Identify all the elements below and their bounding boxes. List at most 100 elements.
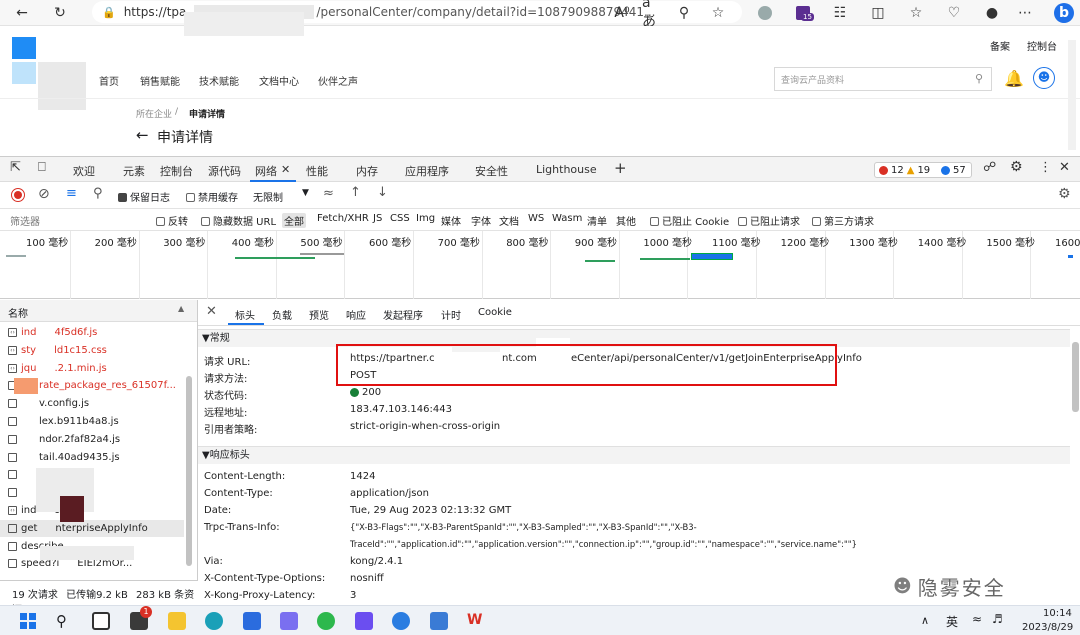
wechat-icon[interactable] bbox=[317, 612, 335, 630]
refresh-icon[interactable]: ↻ bbox=[50, 3, 70, 23]
breadcrumb-parent[interactable]: 所在企业 bbox=[136, 107, 172, 120]
device-icon[interactable]: ⎕ bbox=[38, 160, 46, 175]
chevron-down-icon[interactable]: ▼ bbox=[302, 188, 309, 198]
nav-tech[interactable]: 技术赋能 bbox=[199, 73, 239, 88]
app-icon[interactable] bbox=[280, 612, 298, 630]
clock-date[interactable]: 2023/8/29 bbox=[1022, 622, 1073, 633]
extension-icon[interactable] bbox=[755, 3, 775, 23]
type-filter-font[interactable]: 字体 bbox=[471, 213, 491, 228]
tab-response[interactable]: 响应 bbox=[346, 307, 366, 322]
nav-docs[interactable]: 文档中心 bbox=[259, 73, 299, 88]
settings-gear-icon[interactable]: ⚙ bbox=[1010, 159, 1023, 175]
connect-icon[interactable]: ☍ bbox=[983, 160, 996, 175]
zoom-icon[interactable]: ⚲ bbox=[674, 3, 694, 23]
clear-icon[interactable]: ⊘ bbox=[38, 186, 50, 202]
back-arrow-icon[interactable]: ← bbox=[136, 126, 149, 144]
network-timeline[interactable]: 100 毫秒 200 毫秒 300 毫秒 400 毫秒 500 毫秒 600 毫秒 700 … bbox=[0, 231, 1080, 299]
third-party-checkbox[interactable]: 第三方请求 bbox=[812, 213, 874, 228]
detail-scrollbar[interactable] bbox=[1072, 342, 1079, 412]
tab-headers[interactable]: 标头 bbox=[235, 307, 255, 322]
tab-sources[interactable]: 源代码 bbox=[208, 163, 241, 179]
request-row[interactable]: ndor.2faf82a4.js bbox=[8, 431, 184, 448]
clock-time[interactable]: 10:14 bbox=[1043, 608, 1072, 619]
more-icon[interactable]: ⋯ bbox=[1015, 3, 1035, 23]
request-row[interactable]: d.js bbox=[8, 484, 184, 501]
favorite-icon[interactable]: ☆ bbox=[708, 3, 728, 23]
app-icon[interactable] bbox=[355, 612, 373, 630]
request-row[interactable]: get nterpriseApplyInfo bbox=[0, 519, 184, 537]
type-filter-other[interactable]: 其他 bbox=[616, 213, 636, 228]
type-filter-all[interactable]: 全部 bbox=[282, 213, 306, 228]
type-filter-media[interactable]: 媒体 bbox=[441, 213, 461, 228]
request-row[interactable]: v.config.js bbox=[8, 395, 184, 412]
nav-sales[interactable]: 销售赋能 bbox=[140, 73, 180, 88]
tab-payload[interactable]: 负载 bbox=[272, 307, 292, 322]
response-headers-section-header[interactable]: ▼响应标头 bbox=[198, 446, 1070, 464]
disable-cache-checkbox[interactable]: 禁用缓存 bbox=[186, 189, 238, 204]
more-options-icon[interactable]: ⋮ bbox=[1039, 160, 1052, 175]
request-row[interactable]: ‹› jqu .2.1.min.js bbox=[8, 360, 184, 377]
puzzle-icon[interactable]: ☷ bbox=[830, 3, 850, 23]
profile-icon[interactable]: ● bbox=[982, 3, 1002, 23]
info-counter[interactable]: 57 bbox=[941, 162, 973, 178]
inspect-icon[interactable]: ⇱ bbox=[10, 160, 21, 175]
blocked-requests-checkbox[interactable]: 已阻止请求 bbox=[738, 213, 800, 228]
page-scrollbar[interactable] bbox=[1068, 40, 1076, 150]
collections-icon[interactable]: 15 bbox=[793, 3, 814, 23]
tab-lighthouse[interactable]: Lighthouse bbox=[536, 163, 597, 176]
bing-icon[interactable]: b bbox=[1054, 3, 1074, 23]
tab-security[interactable]: 安全性 bbox=[475, 163, 508, 179]
wifi-icon[interactable]: ≈ bbox=[323, 186, 334, 201]
tab-performance[interactable]: 性能 bbox=[306, 163, 328, 179]
user-avatar-icon[interactable]: ☻ bbox=[1033, 67, 1055, 89]
invert-checkbox[interactable]: 反转 bbox=[156, 213, 188, 228]
volume-icon[interactable]: ♬ bbox=[992, 612, 1003, 626]
wps-icon[interactable]: W bbox=[467, 612, 485, 630]
heart-icon[interactable]: ♡ bbox=[944, 3, 964, 23]
browser-icon[interactable] bbox=[392, 612, 410, 630]
tab-elements[interactable]: 元素 bbox=[123, 163, 145, 179]
add-tab-icon[interactable]: + bbox=[614, 159, 627, 177]
request-row[interactable]: gList bbox=[8, 466, 184, 483]
tab-timing[interactable]: 计时 bbox=[441, 307, 461, 322]
favorites-list-icon[interactable]: ☆ bbox=[906, 3, 926, 23]
preserve-log-checkbox[interactable]: 保留日志 bbox=[118, 189, 170, 204]
nav-partners[interactable]: 伙伴之声 bbox=[318, 73, 358, 88]
translate-icon[interactable]: a あ bbox=[642, 0, 662, 30]
request-row[interactable]: ‹› ind 4f5d6f.js bbox=[8, 324, 184, 341]
close-network-icon[interactable]: ✕ bbox=[281, 163, 290, 176]
request-row[interactable]: tail.40ad9435.js bbox=[8, 449, 184, 466]
nav-home[interactable]: 首页 bbox=[99, 73, 119, 88]
request-row[interactable]: ‹›ind9b.js bbox=[8, 502, 184, 519]
search-network-icon[interactable]: ⚲ bbox=[93, 186, 103, 201]
app-icon[interactable]: 1 bbox=[130, 606, 152, 630]
search-input[interactable]: 查询云产品资料 ⚲ bbox=[774, 67, 992, 91]
type-filter-xhr[interactable]: Fetch/XHR bbox=[317, 213, 369, 224]
close-detail-icon[interactable]: ✕ bbox=[206, 304, 217, 319]
request-row[interactable]: lex.b911b4a8.js bbox=[8, 413, 184, 430]
store-icon[interactable] bbox=[243, 612, 261, 630]
download-icon[interactable]: ↓ bbox=[377, 185, 388, 200]
filter-icon[interactable]: ≡ bbox=[66, 186, 77, 201]
throttle-select[interactable]: 无限制 bbox=[253, 189, 283, 204]
tab-application[interactable]: 应用程序 bbox=[405, 163, 449, 179]
filter-input[interactable]: 筛选器 bbox=[10, 213, 40, 228]
app-icon[interactable] bbox=[430, 612, 448, 630]
blocked-cookies-checkbox[interactable]: 已阻止 Cookie bbox=[650, 213, 729, 228]
tab-memory[interactable]: 内存 bbox=[356, 163, 378, 179]
tab-console[interactable]: 控制台 bbox=[160, 163, 193, 179]
wifi-status-icon[interactable]: ≈ bbox=[972, 612, 982, 626]
back-icon[interactable]: ← bbox=[12, 3, 32, 23]
bell-icon[interactable]: 🔔 bbox=[1004, 69, 1024, 88]
type-filter-doc[interactable]: 文档 bbox=[499, 213, 519, 228]
split-screen-icon[interactable]: ◫ bbox=[868, 3, 888, 23]
tab-preview[interactable]: 预览 bbox=[309, 307, 329, 322]
request-row[interactable]: ‹› sty ld1c15.css bbox=[8, 342, 184, 359]
close-devtools-icon[interactable]: ✕ bbox=[1059, 160, 1070, 175]
tray-chevron-icon[interactable]: ∧ bbox=[921, 614, 929, 627]
read-aloud-icon[interactable]: A⁰ bbox=[612, 3, 632, 23]
top-link-console[interactable]: 控制台 bbox=[1027, 38, 1057, 53]
type-filter-js[interactable]: JS bbox=[373, 213, 382, 224]
upload-icon[interactable]: ↑ bbox=[350, 185, 361, 200]
tab-welcome[interactable]: 欢迎 bbox=[73, 163, 95, 179]
